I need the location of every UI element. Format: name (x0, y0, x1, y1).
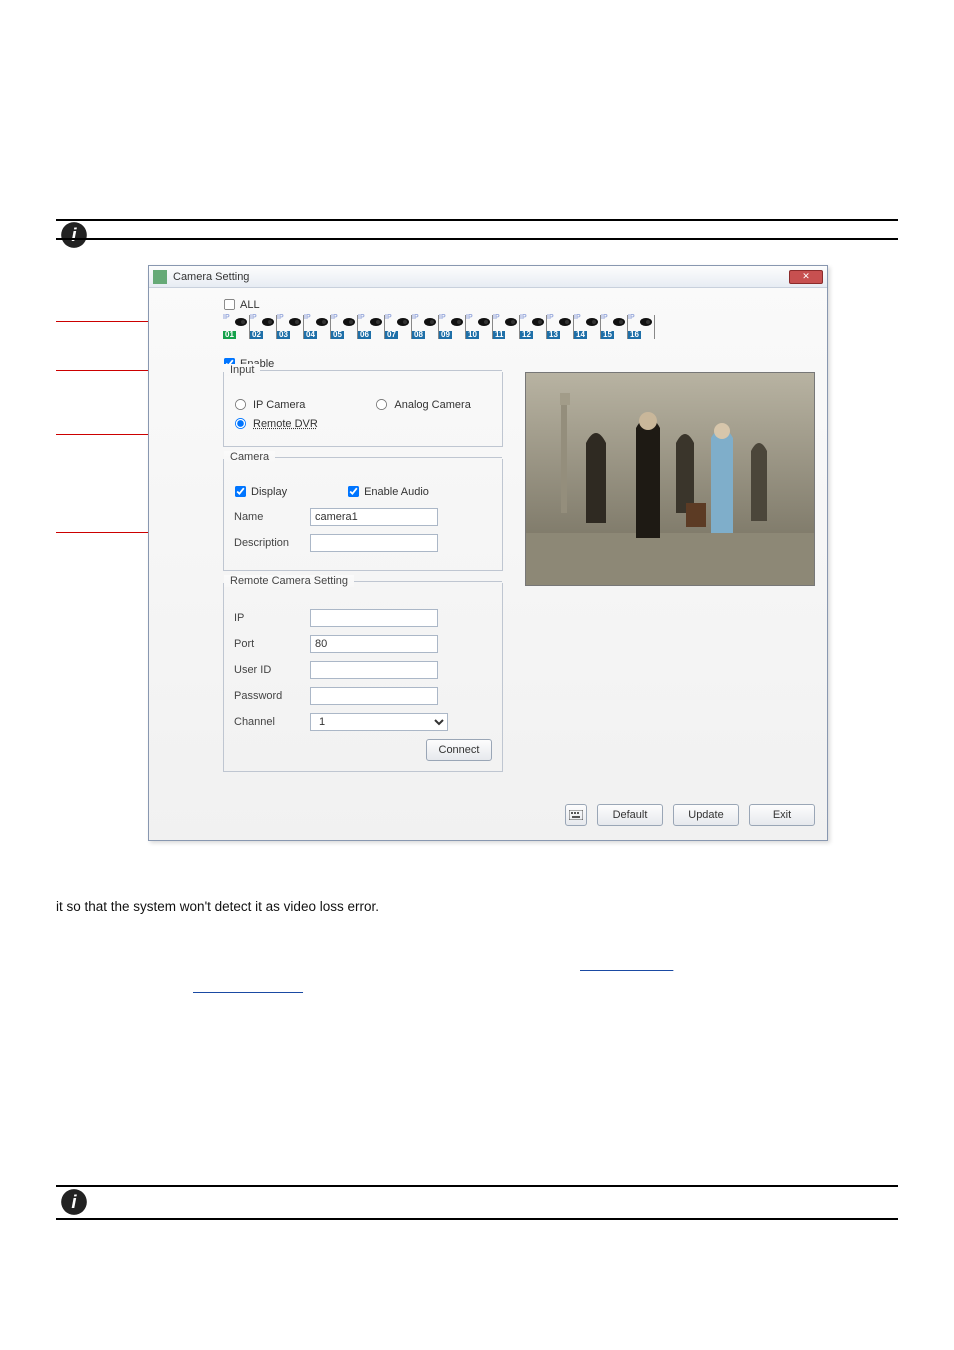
name-input[interactable] (310, 508, 438, 526)
camera-chip-15[interactable]: IP15 (601, 315, 628, 339)
display-checkbox[interactable] (235, 486, 246, 497)
description-label: Description (234, 537, 310, 549)
virtual-keyboard-button[interactable] (565, 804, 587, 826)
camera-chip-05[interactable]: IP05 (331, 315, 358, 339)
ip-input[interactable] (310, 609, 438, 627)
camera-chip-06[interactable]: IP06 (358, 315, 385, 339)
window-title: Camera Setting (173, 271, 249, 283)
analog-camera-radio-row[interactable]: Analog Camera (375, 398, 470, 411)
user-id-label: User ID (234, 664, 310, 676)
name-label: Name (234, 511, 310, 523)
svg-text:i: i (71, 224, 77, 245)
camera-chip-10[interactable]: IP10 (466, 315, 493, 339)
svg-text:i: i (71, 1191, 77, 1212)
enable-audio-checkbox[interactable] (348, 486, 359, 497)
channel-select[interactable]: 1 (310, 713, 448, 731)
input-legend: Input (224, 364, 260, 376)
update-button[interactable]: Update (673, 804, 739, 826)
body-link-1: placeholder link (56, 958, 898, 978)
camera-chip-08[interactable]: IP08 (412, 315, 439, 339)
info-icon: i (60, 1188, 88, 1216)
input-group: Input IP Camera Analog Camera Remote DVR (223, 372, 503, 447)
body-text: it so that the system won't detect it as… (56, 897, 898, 917)
ip-camera-radio-row[interactable]: IP Camera (234, 398, 305, 411)
camera-setting-dialog: Camera Setting ✕ ALL IP01 IP02 IP03 IP04… (148, 265, 828, 841)
app-icon (153, 270, 167, 284)
info-icon: i (60, 221, 88, 249)
port-label: Port (234, 638, 310, 650)
camera-group: Camera Display Enable Audio Name Descrip… (223, 459, 503, 571)
connect-button[interactable]: Connect (426, 739, 492, 761)
display-checkbox-row[interactable]: Display (234, 485, 287, 498)
ref-link-1[interactable] (580, 958, 673, 972)
port-input[interactable] (310, 635, 438, 653)
camera-chip-14[interactable]: IP14 (574, 315, 601, 339)
remote-dvr-radio-row[interactable]: Remote DVR (234, 417, 492, 430)
analog-camera-radio[interactable] (376, 399, 387, 410)
password-label: Password (234, 690, 310, 702)
remote-group: Remote Camera Setting IP Port User ID Pa… (223, 583, 503, 772)
camera-chip-09[interactable]: IP09 (439, 315, 466, 339)
titlebar[interactable]: Camera Setting ✕ (149, 266, 827, 288)
camera-preview (525, 372, 815, 586)
ip-camera-radio[interactable] (235, 399, 246, 410)
ref-link-2[interactable] (193, 980, 303, 994)
camera-chip-04[interactable]: IP04 (304, 315, 331, 339)
remote-dvr-radio[interactable] (235, 418, 246, 429)
all-checkbox[interactable] (224, 299, 235, 310)
user-id-input[interactable] (310, 661, 438, 679)
enable-audio-checkbox-row[interactable]: Enable Audio (347, 485, 429, 498)
camera-legend: Camera (224, 451, 275, 463)
close-button[interactable]: ✕ (789, 270, 823, 284)
all-label: ALL (240, 299, 260, 311)
default-button[interactable]: Default (597, 804, 663, 826)
camera-chip-07[interactable]: IP07 (385, 315, 412, 339)
camera-chip-13[interactable]: IP13 (547, 315, 574, 339)
camera-chip-16[interactable]: IP16 (628, 315, 655, 339)
channel-label: Channel (234, 716, 310, 728)
keyboard-icon (569, 810, 583, 820)
ip-label: IP (234, 612, 310, 624)
camera-chip-01[interactable]: IP01 (223, 315, 250, 339)
camera-chip-row: IP01 IP02 IP03 IP04 IP05 IP06 IP07 IP08 … (223, 315, 815, 339)
remote-legend: Remote Camera Setting (224, 575, 354, 587)
exit-button[interactable]: Exit (749, 804, 815, 826)
camera-chip-11[interactable]: IP11 (493, 315, 520, 339)
description-input[interactable] (310, 534, 438, 552)
body-link-2: placeholder link (56, 980, 898, 1000)
camera-chip-02[interactable]: IP02 (250, 315, 277, 339)
password-input[interactable] (310, 687, 438, 705)
camera-chip-12[interactable]: IP12 (520, 315, 547, 339)
camera-chip-03[interactable]: IP03 (277, 315, 304, 339)
